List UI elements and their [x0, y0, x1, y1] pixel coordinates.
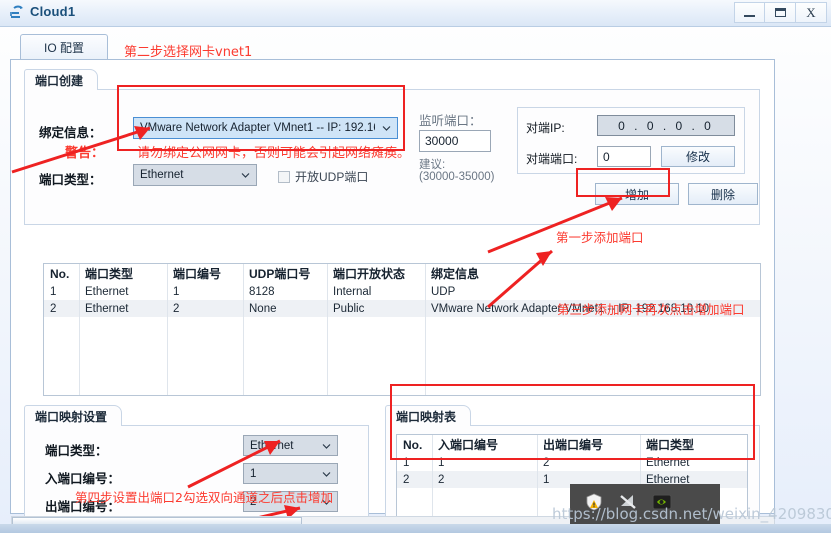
chevron-down-icon: [322, 469, 331, 478]
peer-port-value: 0: [603, 149, 610, 164]
listen-port-label: 监听端口：: [419, 114, 482, 128]
port-type-combobox[interactable]: Ethernet: [133, 164, 257, 186]
binding-info-value: VMware Network Adapter VMnet1 -- IP: 192…: [140, 122, 375, 134]
chevron-down-icon: [382, 124, 391, 133]
port-table[interactable]: No. 端口类型 端口编号 UDP端口号 端口开放状态 绑定信息 1 Ether…: [43, 263, 761, 396]
chevron-down-icon: [241, 171, 250, 180]
mapping-settings-group: 端口映射设置 端口类型： Ethernet 入端口编号： 1 出端口编号： 2: [24, 405, 369, 533]
mapping-settings-title: 端口映射设置: [24, 405, 123, 426]
window-controls: X: [734, 2, 827, 23]
peer-ip-value: 0 . 0 . 0 . 0: [618, 118, 714, 133]
annotation-step3: 第三步添加网卡再次点击增加端口: [557, 302, 745, 317]
annotation-step4: 第四步设置出端口2勾选双向通道之后点击增加: [75, 490, 333, 505]
minimize-button[interactable]: [734, 2, 765, 23]
window-title: Cloud1: [30, 4, 76, 19]
warning-label: 警告：: [65, 145, 105, 160]
port-create-group: 端口创建 绑定信息： VMware Network Adapter VMnet1…: [24, 69, 760, 225]
port-type-value: Ethernet: [140, 169, 184, 181]
cell-in: 2: [438, 473, 445, 486]
map-port-type-label: 端口类型：: [45, 444, 108, 458]
cloud-device-icon: [8, 4, 26, 22]
bottom-bar: [0, 524, 831, 533]
tab-io-config[interactable]: IO 配置: [20, 34, 108, 60]
map-col-type: 端口类型: [646, 438, 695, 452]
binding-info-label: 绑定信息：: [39, 126, 102, 140]
add-port-button[interactable]: 增加: [595, 183, 679, 205]
app-window: Cloud1 X IO 配置 端口创建 绑定信息： VMware Network…: [0, 0, 831, 533]
mapping-table-title: 端口映射表: [385, 405, 472, 426]
cell-no: 1: [403, 456, 410, 469]
peer-ip-label: 对端IP:: [526, 121, 565, 135]
content-panel: 端口创建 绑定信息： VMware Network Adapter VMnet1…: [10, 59, 775, 533]
port-table-header: No. 端口类型 端口编号 UDP端口号 端口开放状态 绑定信息: [44, 264, 760, 283]
in-port-number-value: 1: [250, 467, 257, 480]
port-create-group-title: 端口创建: [24, 69, 99, 90]
map-col-in: 入端口编号: [438, 438, 499, 452]
in-port-number-combobox[interactable]: 1: [243, 463, 338, 484]
peer-port-input[interactable]: 0: [597, 146, 651, 167]
cell-no: 2: [403, 473, 410, 486]
tab-io-config-label: IO 配置: [43, 41, 84, 55]
port-col-no: No.: [50, 266, 70, 281]
listen-port-input[interactable]: 30000: [419, 130, 491, 152]
cell-type: Ethernet: [85, 285, 129, 298]
port-col-state: 端口开放状态: [333, 267, 406, 281]
cell-udp: 8128: [249, 285, 275, 298]
cell-state: Internal: [333, 285, 372, 298]
title-bar: Cloud1 X: [0, 0, 831, 27]
checkbox-box: [278, 170, 290, 183]
close-icon: X: [806, 5, 816, 20]
binding-info-combobox[interactable]: VMware Network Adapter VMnet1 -- IP: 192…: [133, 117, 398, 139]
peer-ip-input[interactable]: 0 . 0 . 0 . 0: [597, 115, 735, 136]
cell-binding: UDP: [431, 285, 456, 298]
warning-text: 请勿绑定公网网卡，否则可能会引起网络瘫痪。: [137, 145, 411, 160]
suggest-label: 建议:: [419, 159, 446, 171]
maximize-button[interactable]: [765, 2, 796, 23]
port-type-label: 端口类型：: [39, 173, 102, 187]
cell-no: 1: [50, 285, 57, 298]
suggest-range: (30000-35000): [419, 171, 495, 183]
delete-port-button-label: 删除: [710, 187, 735, 202]
in-port-number-label: 入端口编号：: [45, 472, 121, 486]
listen-port-value: 30000: [425, 134, 459, 148]
modify-button[interactable]: 修改: [661, 146, 735, 167]
mapping-table-header: No. 入端口编号 出端口编号 端口类型: [397, 435, 747, 454]
cell-no: 2: [50, 302, 57, 315]
open-udp-port-checkbox[interactable]: 开放UDP端口: [278, 168, 368, 185]
annotation-step2: 第二步选择网卡vnet1: [124, 45, 253, 60]
table-row[interactable]: 1 1 2 Ethernet: [397, 454, 747, 471]
map-col-no: No.: [403, 437, 423, 452]
map-port-type-value: Ethernet: [250, 439, 294, 452]
peer-settings-box: 对端IP: 0 . 0 . 0 . 0 对端端口: 0 修改: [517, 107, 745, 174]
cell-in: 1: [438, 456, 445, 469]
peer-port-label: 对端端口:: [526, 152, 578, 166]
map-port-type-combobox[interactable]: Ethernet: [243, 435, 338, 456]
annotation-step1: 第一步添加端口: [556, 230, 644, 245]
add-port-button-label: 增加: [624, 187, 649, 202]
watermark: https://blog.csdn.net/weixin_42098301: [552, 505, 831, 523]
port-col-udp: UDP端口号: [249, 267, 311, 281]
cell-type: Ethernet: [85, 302, 129, 315]
cell-number: 1: [173, 285, 180, 298]
port-col-type: 端口类型: [85, 267, 134, 281]
open-udp-port-label: 开放UDP端口: [295, 170, 369, 184]
port-col-number: 端口编号: [173, 267, 222, 281]
map-col-out: 出端口编号: [543, 438, 604, 452]
cell-state: Public: [333, 302, 365, 315]
cell-number: 2: [173, 302, 180, 315]
chevron-down-icon: [322, 441, 331, 450]
cell-out: 2: [543, 456, 550, 469]
cell-udp: None: [249, 302, 277, 315]
port-col-binding: 绑定信息: [431, 267, 480, 281]
cell-type: Ethernet: [646, 456, 690, 469]
close-button[interactable]: X: [796, 2, 827, 23]
modify-button-label: 修改: [685, 150, 710, 164]
delete-port-button[interactable]: 删除: [688, 183, 758, 205]
table-row[interactable]: 1 Ethernet 1 8128 Internal UDP: [44, 283, 760, 300]
